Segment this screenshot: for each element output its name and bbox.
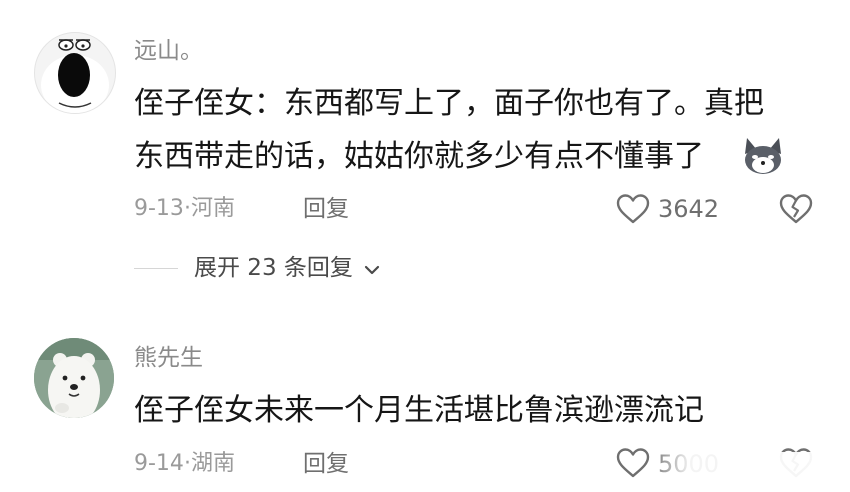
comment-location: 河南 — [190, 196, 235, 221]
broken-heart-icon[interactable] — [778, 193, 814, 225]
comment-meta: 9-13·河南 — [134, 194, 235, 224]
expand-replies-button[interactable]: 展开 23 条回复 — [194, 253, 380, 284]
polar-bear-avatar-image — [34, 338, 114, 418]
husky-emoji-icon — [741, 136, 785, 176]
expand-replies-label: 展开 23 条回复 — [194, 255, 353, 281]
comment-date: 9-14 — [134, 451, 184, 476]
comment-username[interactable]: 熊先生 — [134, 343, 203, 373]
avatar[interactable] — [34, 32, 116, 114]
heart-icon[interactable] — [615, 447, 651, 479]
comment-location: 湖南 — [190, 451, 235, 476]
meta-separator: · — [183, 451, 191, 476]
meta-separator: · — [183, 196, 191, 221]
comment-date: 9-13 — [134, 196, 184, 221]
chevron-down-icon — [364, 254, 380, 284]
comment-meta: 9-14·湖南 — [134, 449, 235, 479]
reply-button[interactable]: 回复 — [303, 194, 349, 224]
like-count: 3642 — [658, 195, 720, 223]
reply-button[interactable]: 回复 — [303, 449, 349, 479]
avatar[interactable] — [34, 338, 114, 418]
comment-username[interactable]: 远山。 — [134, 36, 203, 66]
expand-divider — [134, 268, 178, 269]
comment-text-line: 侄子侄女：东西都写上了，面子你也有了。真把 — [134, 86, 764, 121]
watermark-overlay — [650, 452, 850, 492]
heart-icon[interactable] — [615, 193, 651, 225]
comment-text-line: 侄子侄女未来一个月生活堪比鲁滨逊漂流记 — [134, 393, 704, 428]
cartoon-face-avatar-image — [41, 39, 109, 113]
comment-text-line: 东西带走的话，姑姑你就多少有点不懂事了 — [134, 139, 704, 174]
